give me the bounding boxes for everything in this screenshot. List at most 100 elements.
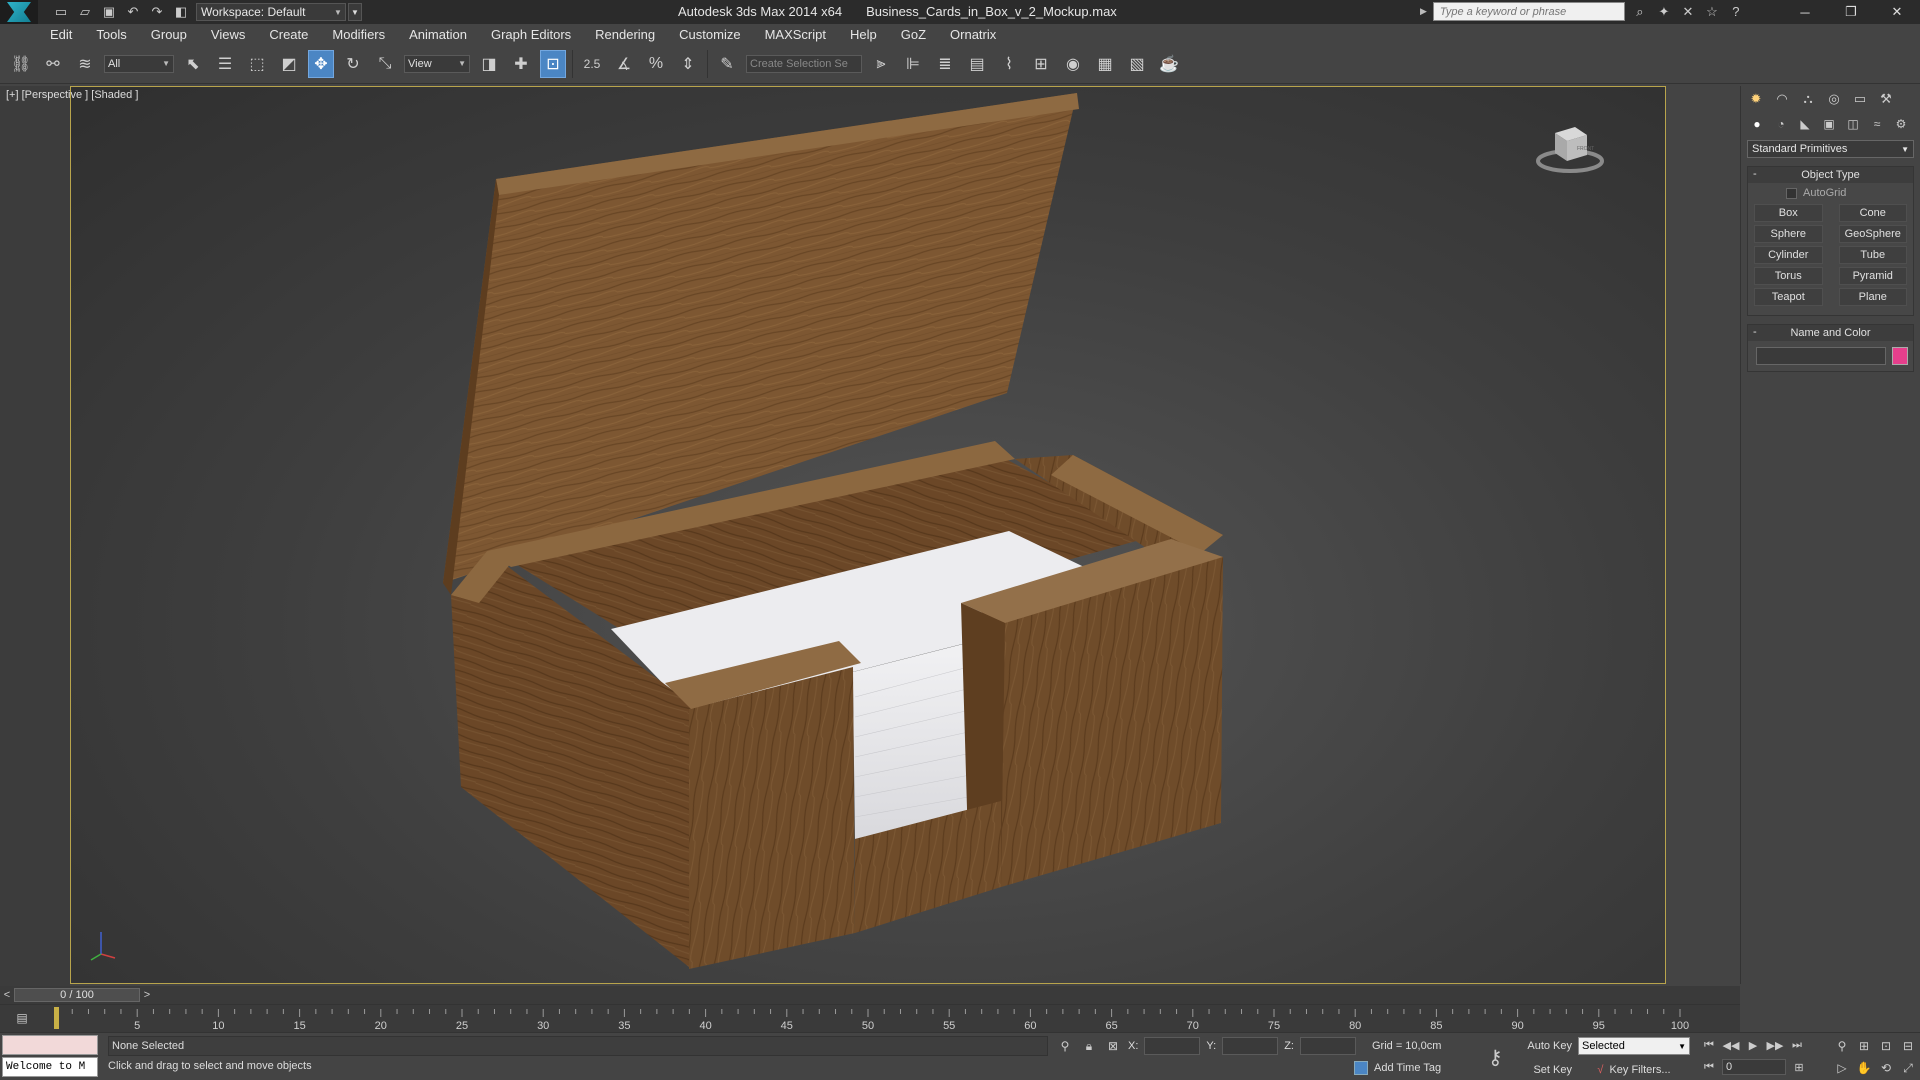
menu-item-goz[interactable]: GoZ (889, 27, 938, 42)
display-tab-icon[interactable]: ▭ (1849, 89, 1871, 109)
expand-arrow-icon[interactable]: ▶ (1420, 6, 1427, 17)
key-icon[interactable]: ⚷ (1488, 1045, 1503, 1070)
time-slider-track[interactable] (154, 988, 1740, 1002)
project-folder-icon[interactable]: ◧ (172, 3, 190, 21)
zoom-extents-icon[interactable]: ⊡ (1876, 1037, 1896, 1055)
menu-item-create[interactable]: Create (257, 27, 320, 42)
time-slider-thumb[interactable]: 0 / 100 (14, 988, 140, 1002)
geometry-icon[interactable]: ● (1747, 115, 1767, 133)
exchange-icon[interactable]: ✕ (1679, 3, 1697, 21)
save-file-icon[interactable]: ▣ (100, 3, 118, 21)
maxscript-listener[interactable]: Welcome to M (2, 1035, 98, 1079)
create-tab-icon[interactable]: ✹ (1745, 89, 1767, 109)
binoculars-icon[interactable]: ⌕ (1631, 3, 1649, 21)
y-coordinate-field[interactable] (1222, 1037, 1279, 1055)
autogrid-checkbox[interactable] (1786, 187, 1797, 199)
help-icon[interactable]: ? (1727, 3, 1745, 21)
menu-item-customize[interactable]: Customize (667, 27, 752, 42)
percent-snap-icon[interactable]: % (643, 50, 669, 78)
set-key-button[interactable]: Set Key (1524, 1064, 1572, 1076)
selection-lock-icon[interactable]: 🔒︎ (1080, 1037, 1098, 1055)
menu-item-ornatrix[interactable]: Ornatrix (938, 27, 1008, 42)
select-and-scale-icon[interactable]: ⤡ (372, 50, 398, 78)
align-icon[interactable]: ⊫ (900, 50, 926, 78)
selection-filter-dropdown[interactable]: All ▼ (104, 54, 174, 73)
menu-item-maxscript[interactable]: MAXScript (753, 27, 838, 42)
shapes-icon[interactable]: ◔ (1771, 115, 1791, 133)
window-crossing-icon[interactable]: ◩ (276, 50, 302, 78)
close-icon[interactable]: ✕ (1874, 0, 1920, 24)
absolute-mode-icon[interactable]: ⊠ (1104, 1037, 1122, 1055)
minimize-icon[interactable]: ─ (1782, 0, 1828, 24)
orbit-icon[interactable]: ⟲ (1876, 1059, 1896, 1077)
menu-item-help[interactable]: Help (838, 27, 889, 42)
space-warps-icon[interactable]: ≈ (1867, 115, 1887, 133)
workspace-dropdown[interactable]: Workspace: Default ▼ (196, 3, 346, 21)
select-and-move-icon[interactable]: ✥ (308, 49, 334, 78)
snaps-toggle-icon[interactable]: 2.5 (579, 50, 605, 78)
utilities-tab-icon[interactable]: ⚒ (1875, 89, 1897, 109)
time-configuration-icon[interactable]: ⊞ (1790, 1059, 1808, 1075)
primitive-pyramid-button[interactable]: Pyramid (1838, 267, 1907, 285)
perspective-viewport[interactable]: FRONT (70, 86, 1666, 984)
unlink-icon[interactable]: ⚯ (40, 50, 66, 78)
primitive-tube-button[interactable]: Tube (1838, 246, 1907, 264)
use-pivot-center-icon[interactable]: ◨ (476, 50, 502, 78)
menu-item-views[interactable]: Views (199, 27, 257, 42)
curve-editor-icon[interactable]: ⌇ (996, 50, 1022, 78)
object-type-rollout-header[interactable]: - Object Type (1748, 167, 1913, 183)
zoom-all-icon[interactable]: ⊞ (1854, 1037, 1874, 1055)
systems-icon[interactable]: ⚙ (1891, 115, 1911, 133)
restore-icon[interactable]: ❐ (1828, 0, 1874, 24)
primitive-torus-button[interactable]: Torus (1754, 267, 1823, 285)
hierarchy-tab-icon[interactable]: ⛬ (1797, 89, 1819, 109)
play-icon[interactable]: ▶ (1744, 1037, 1762, 1053)
mirror-icon[interactable]: ⫸ (868, 50, 894, 78)
menu-item-graph-editors[interactable]: Graph Editors (479, 27, 583, 42)
angle-snap-icon[interactable]: ∡ (611, 50, 637, 78)
auto-key-button[interactable]: Auto Key (1524, 1040, 1572, 1052)
maxscript-macro-recorder[interactable] (2, 1035, 98, 1055)
open-file-icon[interactable]: ▱ (76, 3, 94, 21)
modify-tab-icon[interactable]: ◠ (1771, 89, 1793, 109)
menu-item-edit[interactable]: Edit (38, 27, 84, 42)
select-by-name-icon[interactable]: ☰ (212, 50, 238, 78)
motion-tab-icon[interactable]: ◎ (1823, 89, 1845, 109)
layer-manager-icon[interactable]: ≣ (932, 50, 958, 78)
spinner-snap-icon[interactable]: ⇕ (675, 50, 701, 78)
menu-item-animation[interactable]: Animation (397, 27, 479, 42)
render-production-icon[interactable]: ☕ (1156, 50, 1182, 78)
primitive-box-button[interactable]: Box (1754, 204, 1823, 222)
key-mode-dropdown[interactable]: Selected ▼ (1578, 1037, 1690, 1055)
qa-customize-dropdown[interactable]: ▼ (348, 3, 362, 21)
menu-item-tools[interactable]: Tools (84, 27, 138, 42)
rendered-frame-window-icon[interactable]: ▧ (1124, 50, 1150, 78)
track-bar[interactable]: ▤ 5 10 15 20 25 30 35 40 45 50 55 60 65 70 75 80 85 90 95 1… (0, 1004, 1740, 1032)
maxscript-output[interactable]: Welcome to M (2, 1057, 98, 1077)
material-editor-icon[interactable]: ◉ (1060, 50, 1086, 78)
add-time-tag[interactable]: Add Time Tag (1354, 1061, 1441, 1075)
object-color-swatch[interactable] (1892, 347, 1908, 365)
primitive-cylinder-button[interactable]: Cylinder (1754, 246, 1823, 264)
primitive-teapot-button[interactable]: Teapot (1754, 288, 1823, 306)
current-frame-field[interactable]: 0 (1722, 1059, 1786, 1075)
x-coordinate-field[interactable] (1144, 1037, 1201, 1055)
redo-icon[interactable]: ↷ (148, 3, 166, 21)
lights-icon[interactable]: ◣ (1795, 115, 1815, 133)
object-name-field[interactable] (1756, 347, 1886, 365)
undo-icon[interactable]: ↶ (124, 3, 142, 21)
cameras-icon[interactable]: ▣ (1819, 115, 1839, 133)
select-object-icon[interactable]: ⬉ (180, 50, 206, 78)
go-to-end-icon[interactable]: ⏭ (1788, 1037, 1806, 1053)
menu-item-group[interactable]: Group (139, 27, 199, 42)
menu-item-modifiers[interactable]: Modifiers (320, 27, 397, 42)
object-category-dropdown[interactable]: Standard Primitives ▼ (1747, 140, 1914, 158)
primitive-geosphere-button[interactable]: GeoSphere (1838, 225, 1907, 243)
key-filters-button[interactable]: √ Key Filters... (1578, 1061, 1690, 1079)
current-frame-marker[interactable] (54, 1007, 59, 1029)
isolate-selection-icon[interactable]: ⚲ (1056, 1037, 1074, 1055)
edit-named-selection-icon[interactable]: ✎ (714, 50, 740, 78)
viewport-label-menu[interactable]: [+] [Perspective ] [Shaded ] (6, 89, 138, 101)
schematic-view-icon[interactable]: ⊞ (1028, 50, 1054, 78)
render-setup-icon[interactable]: ▦ (1092, 50, 1118, 78)
